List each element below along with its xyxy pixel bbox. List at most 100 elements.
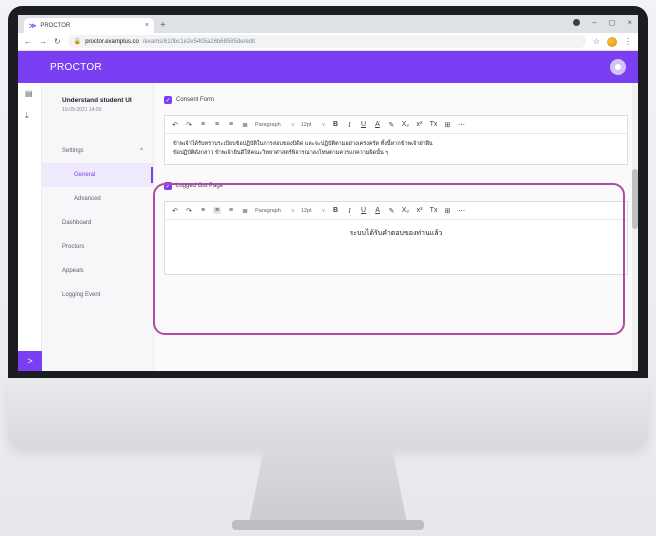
paragraph-select-value: Paragraph [255,121,281,128]
sidebar-item-appeals[interactable]: Appeals [42,259,153,283]
monitor-base [232,520,424,530]
more-options-button[interactable]: ⋯ [458,207,466,215]
font-size-select[interactable]: 12pt ∨ [301,122,326,128]
new-tab-button[interactable]: + [160,18,166,33]
consent-text-line: ข้อปฏิบัติดังกล่าว ข้าพเจ้ายินดีให้คณะวิ… [173,150,389,156]
maximize-button[interactable]: ◻ [609,18,616,27]
exam-title: Understand student UI [62,97,132,104]
consent-form-toggle[interactable]: ✓ Consent Form [164,93,628,107]
undo-icon[interactable]: ↶ [171,121,179,129]
monitor-chin [8,378,648,448]
editor-toolbar: ↶ ↷ ≡ ≡ ≡ ≣ Paragraph ∨ 12pt ∨ B I U A ✎… [165,116,627,134]
sidebar-item-advanced[interactable]: Advanced [42,187,153,211]
calendar-icon[interactable]: ▤ [25,89,33,98]
logged-out-content[interactable]: ระบบได้รับคำตอบของท่านแล้ว [165,220,627,274]
paragraph-select[interactable]: Paragraph ∨ [255,208,295,214]
scrollbar-thumb[interactable] [632,169,638,229]
align-right-icon[interactable]: ≡ [227,207,235,214]
address-bar-actions: ☆ ⋮ [593,36,632,47]
minimize-button[interactable]: – [592,18,596,27]
address-bar: ← → ↻ 🔒 proctor.examplus.co/exams/610bc1… [18,33,638,51]
window-close-button[interactable]: × [627,18,632,27]
page-scrollbar[interactable] [632,83,638,371]
paragraph-select-value: Paragraph [255,207,281,214]
sidebar-item-settings[interactable]: Settings ^ [42,139,153,163]
more-options-button[interactable]: ⋯ [457,121,465,129]
italic-button[interactable]: I [346,207,354,215]
url-field[interactable]: 🔒 proctor.examplus.co/exams/610bc1e2e540… [67,35,586,48]
bookmark-star-icon[interactable]: ☆ [593,37,600,46]
undo-icon[interactable]: ↶ [171,207,179,215]
sidebar-item-general[interactable]: General [42,163,153,187]
url-host: proctor.examplus.co [85,38,139,45]
sidebar-item-dashboard[interactable]: Dashboard [42,211,153,235]
editor-toolbar: ↶ ↷ ≡ ≡ ≡ ≣ Paragraph ∨ 12pt ∨ B I U A ✎… [165,202,627,220]
chevron-down-icon: ∨ [290,121,295,128]
superscript-button[interactable]: x² [416,207,424,214]
sidebar-item-proctors[interactable]: Proctors [42,235,153,259]
redo-icon[interactable]: ↷ [185,207,193,215]
text-color-button[interactable]: A [374,207,382,214]
tab-close-icon[interactable]: × [145,22,149,29]
window-controls: – ◻ × [573,18,632,27]
app-body: ▤ ⤓ > Understand student UI 10-09-2021 1… [18,83,638,371]
browser-menu-icon[interactable]: ⋮ [624,37,632,46]
highlight-icon[interactable]: ✎ [388,207,396,215]
proctor-favicon-icon: ≫ [29,22,37,30]
paragraph-select[interactable]: Paragraph ∨ [255,122,295,128]
checkbox-checked-icon[interactable]: ✓ [164,96,172,104]
lock-icon: 🔒 [73,39,82,45]
clear-format-button[interactable]: Tx [430,207,438,214]
app-brand[interactable]: PROCTOR [50,62,102,73]
align-right-icon[interactable]: ≡ [227,121,235,128]
font-size-value: 12pt [300,121,312,128]
profile-dot-icon[interactable] [573,19,581,26]
text-color-button[interactable]: A [373,121,381,128]
tab-title: PROCTOR [40,22,71,29]
consent-form-editor[interactable]: ↶ ↷ ≡ ≡ ≡ ≣ Paragraph ∨ 12pt ∨ B I U A ✎… [164,115,628,165]
download-icon[interactable]: ⤓ [25,111,29,121]
extension-icon[interactable] [607,36,617,47]
table-icon[interactable]: ⊞ [443,121,451,129]
sidebar-item-logging-event[interactable]: Logging Event [42,283,153,307]
highlight-icon[interactable]: ✎ [387,121,395,129]
underline-button[interactable]: U [359,121,367,128]
consent-form-content[interactable]: ข้าพเจ้าได้รับทราบระเบียบข้อปฏิบัติในการ… [165,134,627,164]
italic-button[interactable]: I [345,121,353,129]
align-justify-icon[interactable]: ≣ [241,207,249,215]
align-center-icon[interactable]: ≡ [213,207,222,214]
bold-button[interactable]: B [331,121,339,128]
reload-icon[interactable]: ↻ [54,37,61,46]
settings-main: ✓ Consent Form ↶ ↷ ≡ ≡ ≡ ≣ Paragraph ∨ 12… [154,83,638,371]
superscript-button[interactable]: x² [415,121,423,128]
back-arrow-icon[interactable]: ← [24,37,32,46]
subscript-button[interactable]: X₂ [401,121,409,128]
user-avatar[interactable] [610,59,626,75]
chevron-down-icon: ∨ [321,121,326,128]
align-left-icon[interactable]: ≡ [199,207,207,214]
logged-out-toggle[interactable]: ✓ Logged Out Page [164,179,628,193]
clear-format-button[interactable]: Tx [429,121,438,128]
align-center-icon[interactable]: ≡ [213,121,221,128]
exam-sidebar: Understand student UI 10-09-2021 14:00 S… [42,83,154,371]
chevron-up-icon: ^ [140,148,143,154]
align-justify-icon[interactable]: ≣ [241,121,249,129]
table-icon[interactable]: ⊞ [444,207,452,215]
bold-button[interactable]: B [332,207,340,214]
logged-out-section: ✓ Logged Out Page ↶ ↷ ≡ ≡ ≡ ≣ Paragraph ∨ [164,165,628,275]
checkbox-checked-icon[interactable]: ✓ [164,182,172,190]
redo-icon[interactable]: ↷ [185,121,193,129]
forward-arrow-icon[interactable]: → [39,37,47,46]
underline-button[interactable]: U [360,207,368,214]
chevron-down-icon: ∨ [321,207,326,214]
monitor-stand [248,448,408,528]
browser-tab-bar: ≫ PROCTOR × + – ◻ × [18,15,638,33]
browser-tab[interactable]: ≫ PROCTOR × [24,18,154,33]
align-left-icon[interactable]: ≡ [199,121,207,128]
logged-out-editor[interactable]: ↶ ↷ ≡ ≡ ≡ ≣ Paragraph ∨ 12pt ∨ B I U A ✎… [164,201,628,275]
subscript-button[interactable]: X₂ [402,207,410,214]
font-size-value: 12pt [300,207,312,214]
expand-sidebar-button[interactable]: > [18,351,42,371]
font-size-select[interactable]: 12pt ∨ [301,208,326,214]
exam-date: 10-09-2021 14:00 [62,107,102,113]
